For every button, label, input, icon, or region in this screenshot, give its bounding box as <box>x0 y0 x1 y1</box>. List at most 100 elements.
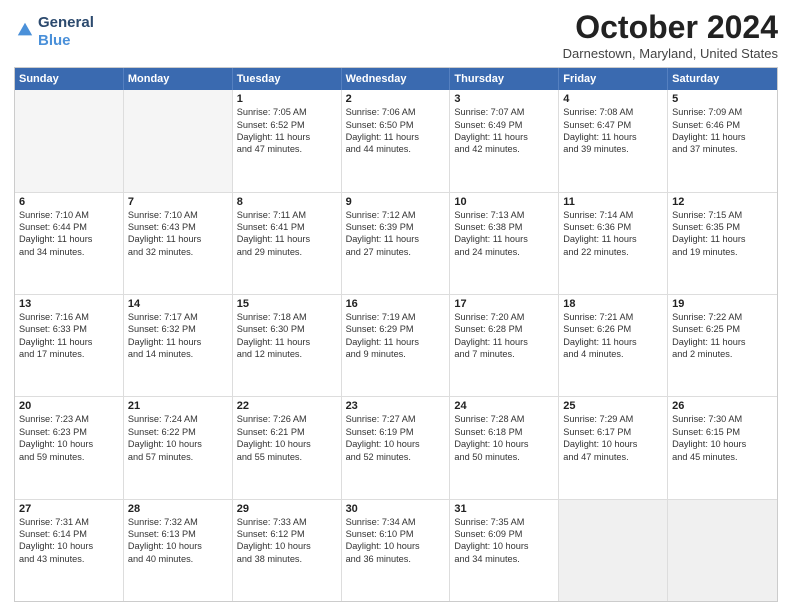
cell-line: and 17 minutes. <box>19 348 119 360</box>
cell-line: Daylight: 11 hours <box>454 131 554 143</box>
header-cell-saturday: Saturday <box>668 68 777 90</box>
cell-line: Sunrise: 7:29 AM <box>563 413 663 425</box>
cell-line: Sunrise: 7:23 AM <box>19 413 119 425</box>
cell-line: Sunset: 6:09 PM <box>454 528 554 540</box>
cell-line: and 32 minutes. <box>128 246 228 258</box>
cell-line: Sunset: 6:36 PM <box>563 221 663 233</box>
cal-cell: 15Sunrise: 7:18 AMSunset: 6:30 PMDayligh… <box>233 295 342 396</box>
cal-cell: 29Sunrise: 7:33 AMSunset: 6:12 PMDayligh… <box>233 500 342 601</box>
day-number: 11 <box>563 196 663 208</box>
cal-cell: 5Sunrise: 7:09 AMSunset: 6:46 PMDaylight… <box>668 90 777 191</box>
cell-line: Sunset: 6:15 PM <box>672 426 773 438</box>
cell-line: Sunrise: 7:33 AM <box>237 516 337 528</box>
calendar: SundayMondayTuesdayWednesdayThursdayFrid… <box>14 67 778 602</box>
cal-cell: 19Sunrise: 7:22 AMSunset: 6:25 PMDayligh… <box>668 295 777 396</box>
month-title: October 2024 <box>563 10 778 45</box>
cell-line: Sunrise: 7:15 AM <box>672 209 773 221</box>
cell-line: and 47 minutes. <box>237 143 337 155</box>
day-number: 19 <box>672 298 773 310</box>
day-number: 24 <box>454 400 554 412</box>
cell-line: Sunset: 6:50 PM <box>346 119 446 131</box>
cell-line: Daylight: 11 hours <box>672 336 773 348</box>
header-cell-monday: Monday <box>124 68 233 90</box>
cell-line: Sunset: 6:30 PM <box>237 323 337 335</box>
cell-line: and 4 minutes. <box>563 348 663 360</box>
cell-line: Daylight: 11 hours <box>454 336 554 348</box>
cell-line: and 34 minutes. <box>454 553 554 565</box>
cell-line: Daylight: 10 hours <box>454 438 554 450</box>
cell-line: Sunset: 6:26 PM <box>563 323 663 335</box>
day-number: 30 <box>346 503 446 515</box>
cell-line: and 39 minutes. <box>563 143 663 155</box>
cal-cell: 27Sunrise: 7:31 AMSunset: 6:14 PMDayligh… <box>15 500 124 601</box>
cell-line: Sunset: 6:25 PM <box>672 323 773 335</box>
cell-line: Sunset: 6:18 PM <box>454 426 554 438</box>
cal-cell: 12Sunrise: 7:15 AMSunset: 6:35 PMDayligh… <box>668 193 777 294</box>
cal-cell <box>559 500 668 601</box>
cell-line: Sunrise: 7:35 AM <box>454 516 554 528</box>
cell-line: Sunrise: 7:11 AM <box>237 209 337 221</box>
cell-line: Sunrise: 7:31 AM <box>19 516 119 528</box>
day-number: 20 <box>19 400 119 412</box>
cell-line: Daylight: 11 hours <box>19 336 119 348</box>
cell-line: Daylight: 11 hours <box>128 233 228 245</box>
cal-cell: 26Sunrise: 7:30 AMSunset: 6:15 PMDayligh… <box>668 397 777 498</box>
day-number: 4 <box>563 93 663 105</box>
cell-line: Sunrise: 7:12 AM <box>346 209 446 221</box>
cell-line: Sunrise: 7:27 AM <box>346 413 446 425</box>
day-number: 10 <box>454 196 554 208</box>
calendar-body: 1Sunrise: 7:05 AMSunset: 6:52 PMDaylight… <box>15 90 777 601</box>
cell-line: and 22 minutes. <box>563 246 663 258</box>
cell-line: Sunrise: 7:34 AM <box>346 516 446 528</box>
cell-line: Daylight: 10 hours <box>128 540 228 552</box>
cal-cell: 4Sunrise: 7:08 AMSunset: 6:47 PMDaylight… <box>559 90 668 191</box>
cell-line: and 27 minutes. <box>346 246 446 258</box>
day-number: 16 <box>346 298 446 310</box>
cell-line: and 2 minutes. <box>672 348 773 360</box>
cal-cell: 25Sunrise: 7:29 AMSunset: 6:17 PMDayligh… <box>559 397 668 498</box>
cell-line: Daylight: 10 hours <box>346 540 446 552</box>
cell-line: Sunset: 6:19 PM <box>346 426 446 438</box>
logo-line2: Blue <box>38 32 94 50</box>
calendar-row-1: 6Sunrise: 7:10 AMSunset: 6:44 PMDaylight… <box>15 192 777 294</box>
cell-line: Sunrise: 7:05 AM <box>237 106 337 118</box>
cal-cell: 14Sunrise: 7:17 AMSunset: 6:32 PMDayligh… <box>124 295 233 396</box>
day-number: 1 <box>237 93 337 105</box>
cell-line: and 43 minutes. <box>19 553 119 565</box>
cal-cell: 9Sunrise: 7:12 AMSunset: 6:39 PMDaylight… <box>342 193 451 294</box>
cell-line: Sunrise: 7:08 AM <box>563 106 663 118</box>
cell-line: Daylight: 11 hours <box>346 336 446 348</box>
day-number: 13 <box>19 298 119 310</box>
cal-cell: 13Sunrise: 7:16 AMSunset: 6:33 PMDayligh… <box>15 295 124 396</box>
cal-cell: 17Sunrise: 7:20 AMSunset: 6:28 PMDayligh… <box>450 295 559 396</box>
cell-line: Daylight: 10 hours <box>19 540 119 552</box>
cell-line: and 42 minutes. <box>454 143 554 155</box>
cell-line: Sunrise: 7:20 AM <box>454 311 554 323</box>
header-cell-thursday: Thursday <box>450 68 559 90</box>
cell-line: Sunset: 6:39 PM <box>346 221 446 233</box>
day-number: 17 <box>454 298 554 310</box>
header-cell-friday: Friday <box>559 68 668 90</box>
cell-line: Sunrise: 7:18 AM <box>237 311 337 323</box>
cal-cell: 18Sunrise: 7:21 AMSunset: 6:26 PMDayligh… <box>559 295 668 396</box>
cell-line: and 59 minutes. <box>19 451 119 463</box>
day-number: 25 <box>563 400 663 412</box>
cell-line: and 14 minutes. <box>128 348 228 360</box>
cell-line: Sunset: 6:13 PM <box>128 528 228 540</box>
cell-line: and 34 minutes. <box>19 246 119 258</box>
header-cell-wednesday: Wednesday <box>342 68 451 90</box>
cell-line: and 57 minutes. <box>128 451 228 463</box>
cell-line: Daylight: 10 hours <box>454 540 554 552</box>
header-cell-sunday: Sunday <box>15 68 124 90</box>
header: General Blue October 2024 Darnestown, Ma… <box>14 10 778 61</box>
day-number: 26 <box>672 400 773 412</box>
calendar-row-4: 27Sunrise: 7:31 AMSunset: 6:14 PMDayligh… <box>15 499 777 601</box>
cell-line: and 44 minutes. <box>346 143 446 155</box>
cell-line: Daylight: 11 hours <box>346 131 446 143</box>
cal-cell: 10Sunrise: 7:13 AMSunset: 6:38 PMDayligh… <box>450 193 559 294</box>
cell-line: Sunrise: 7:19 AM <box>346 311 446 323</box>
cal-cell: 20Sunrise: 7:23 AMSunset: 6:23 PMDayligh… <box>15 397 124 498</box>
cal-cell: 8Sunrise: 7:11 AMSunset: 6:41 PMDaylight… <box>233 193 342 294</box>
cal-cell: 16Sunrise: 7:19 AMSunset: 6:29 PMDayligh… <box>342 295 451 396</box>
calendar-header: SundayMondayTuesdayWednesdayThursdayFrid… <box>15 68 777 90</box>
